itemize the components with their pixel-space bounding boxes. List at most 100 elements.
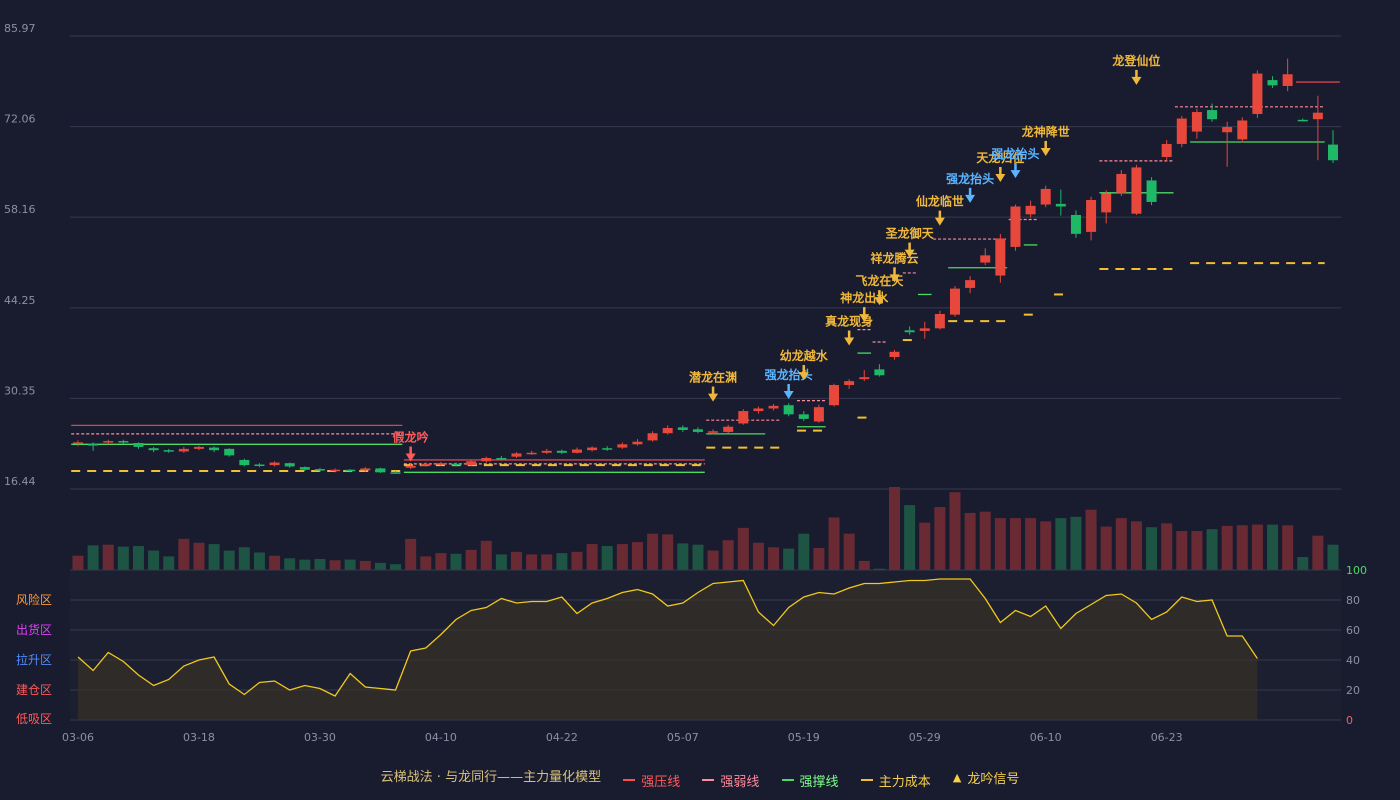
candle-body — [360, 468, 371, 471]
volume-bar — [117, 546, 129, 570]
volume-bar — [1267, 524, 1279, 570]
legend-weak: 强弱线 — [702, 771, 759, 790]
candle-body — [708, 431, 719, 433]
candle-body — [1116, 173, 1127, 193]
candle-body — [949, 288, 960, 315]
oscillator-tick-label: 60 — [1346, 624, 1360, 637]
candle-body — [1131, 167, 1142, 214]
volume-bar — [1055, 518, 1067, 570]
candle-body — [103, 441, 114, 443]
volume-bar — [208, 544, 220, 570]
volume-bar — [571, 551, 583, 570]
date-tick-label: 06-23 — [1151, 731, 1183, 744]
candle-body — [541, 450, 552, 453]
date-tick-label: 05-07 — [667, 731, 699, 744]
candle-body — [1025, 205, 1036, 215]
candle-body — [330, 469, 341, 472]
volume-bar — [828, 517, 840, 570]
volume-bar — [329, 560, 341, 570]
volume-bar — [934, 507, 946, 570]
volume-bar — [1025, 518, 1037, 570]
volume-bar — [1191, 531, 1203, 570]
volume-bar — [480, 540, 492, 570]
oscillator-zone-label: 出货区 — [16, 622, 52, 637]
candle-body — [345, 469, 356, 472]
volume-bar — [692, 544, 704, 570]
candle-body — [73, 442, 83, 444]
volume-bar — [359, 560, 371, 570]
candle-body — [768, 405, 779, 409]
signal-arrow-icon — [1040, 147, 1051, 156]
volume-bar — [919, 522, 931, 570]
candle-body — [602, 448, 613, 450]
candle-body — [163, 450, 174, 452]
candle-body — [1040, 188, 1051, 205]
oscillator-zone-label: 低吸区 — [16, 712, 52, 726]
signal-arrow-icon — [995, 174, 1006, 183]
candle-body — [677, 427, 688, 430]
date-tick-label: 04-22 — [546, 731, 578, 744]
volume-bar — [1312, 535, 1324, 570]
candle-body — [662, 428, 673, 434]
candle-body — [1191, 112, 1202, 132]
candle-body — [738, 411, 749, 424]
signal-label: 仙龙临世 — [916, 194, 964, 209]
signal-label: 幼龙越水 — [780, 348, 829, 363]
candle-body — [813, 407, 824, 422]
oscillator-tick-label: 40 — [1346, 654, 1360, 667]
candle-body — [435, 463, 446, 465]
volume-bar — [858, 560, 870, 570]
candle-body — [904, 330, 915, 333]
candle-body — [783, 405, 794, 415]
candle-body — [375, 468, 386, 473]
oscillator-tick-label: 80 — [1346, 594, 1360, 607]
price-tick-label: 16.44 — [4, 475, 36, 488]
legend-support-swatch — [781, 779, 794, 781]
volume-bar — [843, 533, 855, 570]
candle-body — [617, 444, 628, 448]
volume-bar — [420, 556, 432, 570]
candle-body — [299, 467, 310, 470]
signal-arrow-icon — [965, 194, 976, 203]
volume-bar — [1251, 524, 1263, 570]
candle-body — [1207, 110, 1218, 120]
candle-body — [88, 443, 99, 446]
candle-body — [1282, 74, 1293, 86]
candle-body — [1297, 119, 1308, 122]
candle-body — [723, 426, 734, 432]
candle-body — [420, 463, 431, 466]
candle-body — [1070, 214, 1081, 234]
volume-bar — [344, 559, 356, 570]
candle-body — [390, 472, 401, 474]
volume-bar — [1221, 525, 1233, 570]
volume-bar — [1236, 525, 1248, 570]
candle-body — [798, 414, 809, 419]
candle-body — [844, 381, 855, 386]
volume-bar — [284, 558, 296, 570]
volume-bar — [979, 511, 991, 570]
price-tick-label: 58.16 — [4, 203, 36, 216]
volume-bar — [1100, 526, 1112, 570]
legend-cost: 主力成本 — [860, 771, 931, 790]
volume-bar — [465, 549, 477, 570]
volume-bar — [374, 562, 386, 570]
volume-bar — [1176, 531, 1188, 570]
oscillator-zone-label: 拉升区 — [16, 652, 52, 667]
volume-bar — [904, 505, 916, 570]
volume-bar — [87, 545, 99, 570]
triangle-icon: ▲ — [952, 771, 962, 784]
candle-body — [254, 464, 265, 467]
oscillator-tick-label: 20 — [1346, 684, 1360, 697]
candle-body — [1161, 143, 1172, 157]
volume-bar — [238, 547, 250, 570]
volume-bar — [435, 553, 447, 570]
volume-bar — [707, 550, 719, 570]
candle-body — [1222, 127, 1233, 133]
date-tick-label: 04-10 — [425, 731, 457, 744]
candle-body — [934, 314, 945, 329]
volume-bar — [541, 554, 553, 570]
chart-legend: 云梯战法 · 与龙同行——主力量化模型 强压线 强弱线 强撑线 主力成本 ▲ 龙… — [0, 766, 1400, 790]
candle-body — [314, 469, 325, 471]
volume-bar — [1085, 509, 1097, 570]
price-tick-label: 30.35 — [4, 384, 36, 397]
